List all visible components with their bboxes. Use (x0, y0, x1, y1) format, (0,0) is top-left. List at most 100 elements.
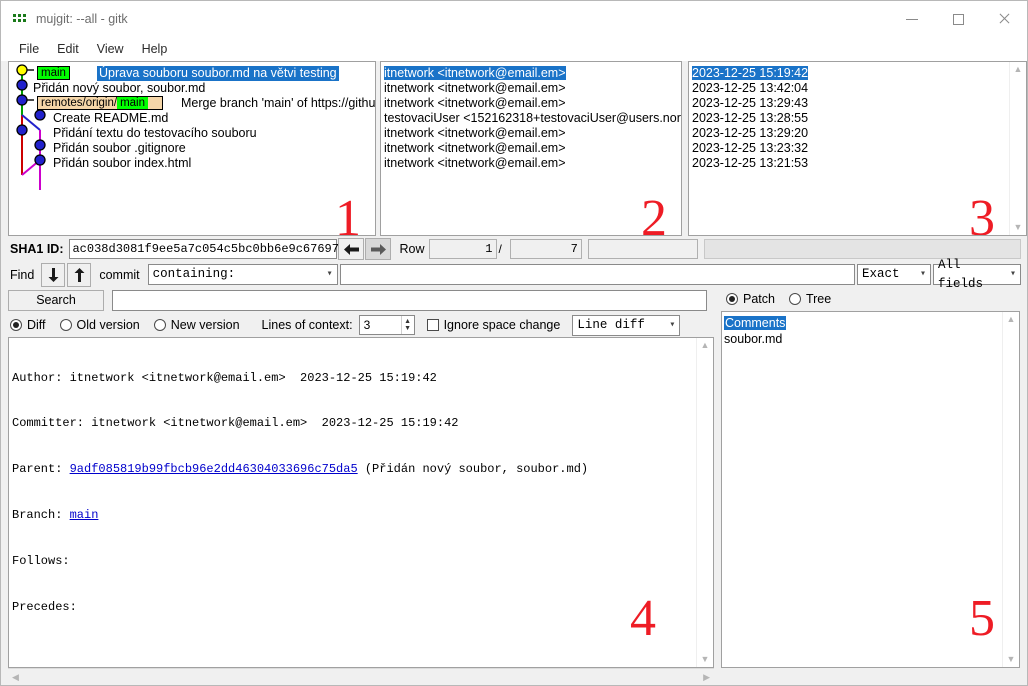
commit-message[interactable]: Create README.md (53, 111, 168, 126)
radio-new-version-label[interactable]: New version (171, 318, 240, 332)
date-row[interactable]: 2023-12-25 13:29:20 (689, 126, 1009, 141)
find-mode-select[interactable]: containing: ▾ (148, 264, 338, 285)
author-row[interactable]: testovaciUser <152162318+testovaciUser@u… (381, 111, 681, 126)
scroll-down-arrow-icon[interactable]: ▼ (1007, 655, 1016, 664)
patch-tree-row: Patch Tree (714, 287, 1027, 311)
search-button[interactable]: Search (8, 290, 104, 311)
branch-label-remote-origin-main[interactable]: remotes/origin/main (37, 96, 163, 110)
radio-diff[interactable] (10, 319, 22, 331)
find-match-type-select[interactable]: Exact ▾ (857, 264, 931, 285)
scroll-up-arrow-icon[interactable]: ▲ (1007, 315, 1016, 324)
commit-graph-pane[interactable]: main Úprava souboru soubor.md na větvi t… (8, 61, 376, 236)
commit-message[interactable]: Přidání textu do testovacího souboru (53, 126, 257, 141)
author-row[interactable]: itnetwork <itnetwork@email.em> (381, 66, 681, 81)
author-name[interactable]: itnetwork <itnetwork@email.em> (384, 66, 566, 80)
diff-horizontal-scrollbar[interactable]: ◀ ▶ (8, 668, 714, 685)
radio-patch-label[interactable]: Patch (743, 292, 775, 306)
diff-vertical-scrollbar[interactable]: ▲ ▼ (696, 338, 713, 667)
search-input[interactable] (112, 290, 707, 311)
radio-old-version-label[interactable]: Old version (77, 318, 140, 332)
radio-tree[interactable] (789, 293, 801, 305)
radio-old-version[interactable] (60, 319, 72, 331)
commit-message[interactable]: Přidán soubor index.html (53, 156, 191, 171)
forward-button[interactable] (365, 238, 391, 260)
radio-patch[interactable] (726, 293, 738, 305)
branch-label: Branch: (12, 508, 70, 522)
author-row[interactable]: itnetwork <itnetwork@email.em> (381, 126, 681, 141)
find-query-input[interactable] (340, 264, 855, 285)
commit-graph-rows: main Úprava souboru soubor.md na větvi t… (9, 62, 375, 171)
commit-row[interactable]: Přidán soubor index.html (9, 156, 375, 171)
commit-row[interactable]: remotes/origin/main Merge branch 'main' … (9, 96, 375, 111)
file-list-item-label: Comments (724, 316, 786, 330)
radio-diff-label[interactable]: Diff (27, 318, 46, 332)
branch-label-main[interactable]: main (37, 66, 70, 80)
date-pane[interactable]: 2023-12-25 15:19:42 2023-12-25 13:42:04 … (688, 61, 1027, 236)
commit-row[interactable]: Přidán nový soubor, soubor.md (9, 81, 375, 96)
scroll-down-arrow-icon[interactable]: ▼ (1014, 223, 1023, 232)
file-list-item[interactable]: Comments (722, 315, 1002, 331)
close-button[interactable] (981, 1, 1027, 37)
date-row[interactable]: 2023-12-25 13:23:32 (689, 141, 1009, 156)
scroll-right-arrow-icon[interactable]: ▶ (703, 672, 710, 683)
menu-item-edit[interactable]: Edit (48, 40, 88, 58)
menu-item-help[interactable]: Help (133, 40, 177, 58)
parent-sha-link[interactable]: 9adf085819b99fbcb96e2dd46304033696c75da5 (70, 462, 358, 476)
branch-link[interactable]: main (70, 508, 99, 522)
diff-pane[interactable]: Author: itnetwork <itnetwork@email.em> 2… (8, 337, 714, 668)
commit-list-vertical-scrollbar[interactable]: ▲ ▼ (1009, 62, 1026, 235)
commit-message[interactable]: Merge branch 'main' of https://github. (181, 96, 376, 111)
minimize-button[interactable] (889, 1, 935, 37)
find-prev-button[interactable] (67, 263, 91, 287)
row-number-field[interactable]: 1 (429, 239, 497, 259)
file-list-pane[interactable]: Comments soubor.md 5 ▲ ▼ (721, 311, 1020, 668)
commit-message[interactable]: Úprava souboru soubor.md na větvi testin… (97, 66, 339, 81)
commit-row[interactable]: Přidání textu do testovacího souboru (9, 126, 375, 141)
commit-message[interactable]: Přidán soubor .gitignore (53, 141, 186, 156)
radio-new-version[interactable] (154, 319, 166, 331)
author-pane[interactable]: itnetwork <itnetwork@email.em> itnetwork… (380, 61, 682, 236)
diff-line: Follows: (12, 554, 696, 569)
scroll-up-arrow-icon[interactable]: ▲ (1014, 65, 1023, 74)
ignore-space-checkbox[interactable] (427, 319, 439, 331)
author-row[interactable]: itnetwork <itnetwork@email.em> (381, 156, 681, 171)
diff-mode-select[interactable]: Line diff ▾ (572, 315, 680, 336)
commit-row[interactable]: Přidán soubor .gitignore (9, 141, 375, 156)
date-row[interactable]: 2023-12-25 13:42:04 (689, 81, 1009, 96)
radio-tree-label[interactable]: Tree (806, 292, 831, 306)
date-row[interactable]: 2023-12-25 13:29:43 (689, 96, 1009, 111)
stepper-arrows-icon[interactable]: ▲▼ (401, 316, 414, 334)
row-total-field[interactable]: 7 (510, 239, 582, 259)
find-next-button[interactable] (41, 263, 65, 287)
commit-message[interactable]: Přidán nový soubor, soubor.md (33, 81, 205, 96)
menu-item-view[interactable]: View (88, 40, 133, 58)
scroll-up-arrow-icon[interactable]: ▲ (701, 341, 710, 350)
find-fields-select[interactable]: All fields ▾ (933, 264, 1021, 285)
scroll-left-arrow-icon[interactable]: ◀ (12, 672, 19, 683)
scroll-down-arrow-icon[interactable]: ▼ (701, 655, 710, 664)
menu-item-file[interactable]: File (10, 40, 48, 58)
maximize-button[interactable] (935, 1, 981, 37)
date-row[interactable]: 2023-12-25 13:28:55 (689, 111, 1009, 126)
minimize-icon (906, 19, 918, 20)
parent-label: Parent: (12, 462, 70, 476)
file-list-vertical-scrollbar[interactable]: ▲ ▼ (1002, 312, 1019, 667)
diff-text[interactable]: Author: itnetwork <itnetwork@email.em> 2… (9, 338, 696, 667)
file-list-item[interactable]: soubor.md (722, 331, 1002, 347)
commit-row[interactable]: Create README.md (9, 111, 375, 126)
panel-number-files: 5 (969, 593, 995, 645)
author-row[interactable]: itnetwork <itnetwork@email.em> (381, 81, 681, 96)
row-extra-field[interactable] (588, 239, 698, 259)
date-row[interactable]: 2023-12-25 13:21:53 (689, 156, 1009, 171)
gitk-window: mujgit: --all - gitk File Edit View Help (0, 0, 1028, 686)
back-button[interactable] (338, 238, 364, 260)
lines-of-context-stepper[interactable]: 3 ▲▼ (359, 315, 415, 335)
sha1-id-input[interactable]: ac038d3081f9ee5a7c054c5bc0bb6e9c67697a8f (69, 239, 337, 259)
ignore-space-label[interactable]: Ignore space change (444, 318, 561, 332)
date-row[interactable]: 2023-12-25 15:19:42 (689, 66, 1009, 81)
author-row[interactable]: itnetwork <itnetwork@email.em> (381, 96, 681, 111)
commit-date[interactable]: 2023-12-25 15:19:42 (692, 66, 808, 80)
author-row[interactable]: itnetwork <itnetwork@email.em> (381, 141, 681, 156)
commit-row[interactable]: main Úprava souboru soubor.md na větvi t… (9, 66, 375, 81)
panel-number-diff: 4 (630, 593, 656, 645)
